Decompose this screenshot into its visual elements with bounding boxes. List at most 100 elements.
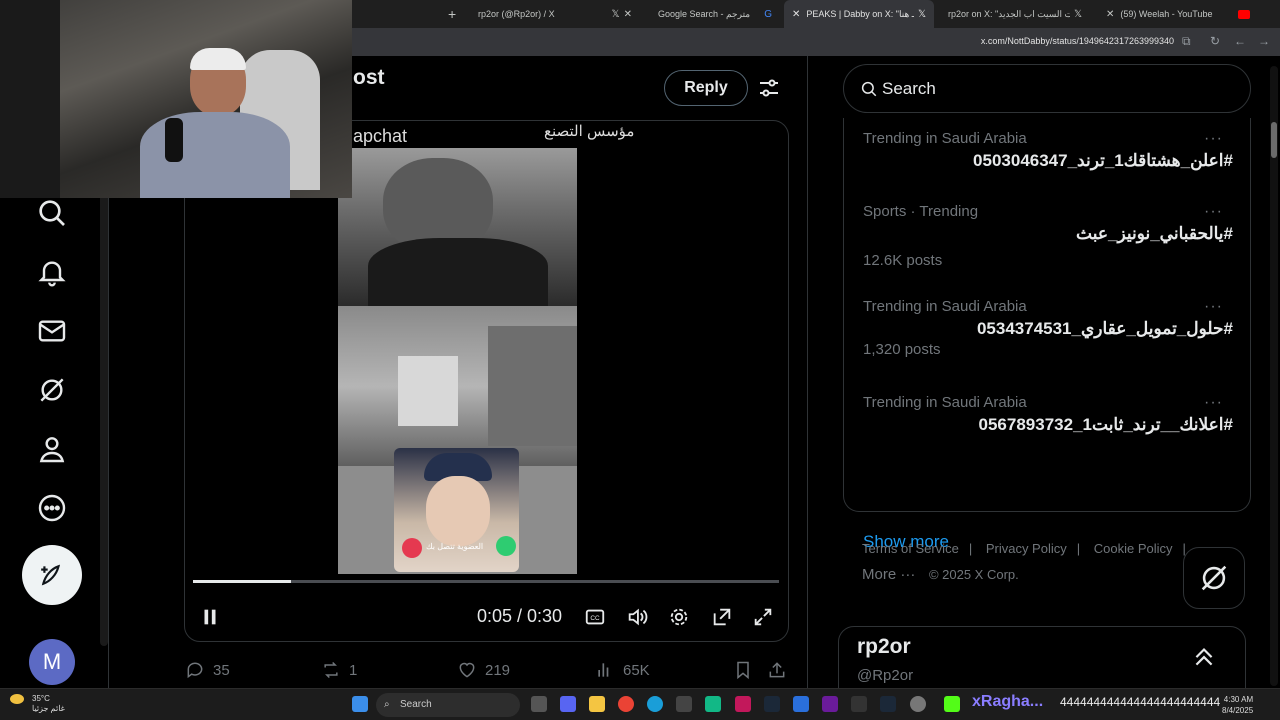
- trend-item[interactable]: Sports · Trending #يالحقباني_نونيز_عبث 1…: [863, 203, 1233, 269]
- trends-panel: Trending in Saudi Arabia #اعلن_هشتاقك1_ت…: [843, 118, 1251, 551]
- messages-icon[interactable]: [36, 315, 68, 347]
- x-logo-icon: 𝕏: [611, 8, 620, 20]
- search-icon: ⌕: [384, 699, 390, 710]
- reply-action[interactable]: 35: [185, 658, 230, 682]
- sliders-icon[interactable]: [757, 76, 781, 100]
- more-icon[interactable]: ···: [1204, 130, 1223, 148]
- tab-peaks-dabby[interactable]: ✕ PEAKS | Dabby on X: "ماشـ هنا 𝕏: [784, 0, 934, 28]
- video-time: 0:05 / 0:30: [477, 606, 563, 626]
- youtube-icon: [1238, 9, 1250, 19]
- system-clock[interactable]: 4:30 AM 8/4/2025: [1222, 694, 1253, 716]
- kick-icon[interactable]: [944, 696, 960, 712]
- page-scrollbar[interactable]: [1270, 66, 1278, 686]
- steam-icon[interactable]: [880, 696, 896, 712]
- more-options-icon[interactable]: [36, 492, 68, 524]
- app-icon[interactable]: [705, 696, 721, 712]
- webcam-overlay: [0, 0, 352, 198]
- chrome-icon[interactable]: [618, 696, 634, 712]
- profile-handle: @Rp2or: [857, 667, 914, 684]
- app-icon[interactable]: [735, 696, 751, 712]
- picture-in-picture-icon[interactable]: [711, 606, 733, 628]
- stream-title[interactable]: xRagha...: [972, 693, 1043, 711]
- task-view-icon[interactable]: [531, 696, 547, 712]
- trend-item[interactable]: Trending in Saudi Arabia #اعلانك__ترند_ث…: [863, 394, 1233, 435]
- app-icon[interactable]: [851, 696, 867, 712]
- windows-start-icon[interactable]: [352, 696, 368, 712]
- file-explorer-icon[interactable]: [589, 696, 605, 712]
- feather-plus-icon: [41, 564, 61, 586]
- video-frame-facecam: [338, 148, 577, 308]
- reply-button[interactable]: Reply: [664, 70, 748, 106]
- left-scrollbar[interactable]: [100, 176, 108, 646]
- like-action[interactable]: 219: [457, 658, 510, 682]
- profile-icon[interactable]: [36, 433, 68, 465]
- tab-youtube[interactable]: ✕ (59) Weelah - YouTube: [1098, 0, 1258, 28]
- windows-taskbar: 35°C غائم جزئيا ⌕ Search xRagha... 44444…: [0, 688, 1280, 720]
- settings-gear-icon[interactable]: [668, 606, 690, 628]
- video-caption: مؤسس التصنع: [544, 123, 635, 140]
- x-logo-icon: 𝕏: [1073, 8, 1082, 20]
- forward-icon[interactable]: →: [1258, 34, 1270, 48]
- privacy-link[interactable]: Privacy Policy: [986, 541, 1067, 556]
- taskbar-search[interactable]: ⌕ Search: [376, 693, 520, 717]
- pause-icon[interactable]: [199, 606, 221, 628]
- edge-icon[interactable]: [647, 696, 663, 712]
- captions-icon[interactable]: CC: [584, 606, 606, 628]
- more-icon[interactable]: ···: [1204, 203, 1223, 221]
- x-logo-icon: 𝕏: [917, 8, 926, 20]
- share-icon[interactable]: [767, 658, 795, 682]
- repost-action[interactable]: 1: [321, 658, 357, 682]
- chevron-up-icon[interactable]: [1191, 643, 1217, 669]
- footer-more-link[interactable]: More ···: [862, 566, 915, 583]
- svg-text:CC: CC: [590, 615, 600, 622]
- new-tab-button[interactable]: +: [440, 0, 460, 28]
- tab-google-search[interactable]: Google Search - مترجم G: [650, 0, 780, 28]
- heart-icon: [459, 662, 475, 678]
- decline-call-icon: [402, 538, 422, 558]
- volume-icon[interactable]: [626, 606, 648, 628]
- tab-rp2or-profile[interactable]: rp2or (@Rp2or) / X 𝕏 ✕: [470, 0, 640, 28]
- back-icon[interactable]: ←: [1234, 34, 1246, 48]
- translate-icon[interactable]: ⧉: [1182, 34, 1191, 49]
- app-icon[interactable]: [793, 696, 809, 712]
- grok-icon: [1201, 565, 1227, 591]
- grok-icon[interactable]: [36, 374, 68, 406]
- bookmark-icon[interactable]: [733, 658, 761, 682]
- close-tab-icon[interactable]: ✕: [624, 9, 632, 20]
- video-progress-fill: [193, 580, 291, 583]
- app-icon[interactable]: [822, 696, 838, 712]
- reply-icon: [187, 662, 203, 679]
- account-avatar[interactable]: M: [29, 639, 75, 685]
- fullscreen-icon[interactable]: [752, 606, 774, 628]
- steam-icon[interactable]: [764, 696, 780, 712]
- close-tab-icon[interactable]: ✕: [1106, 9, 1114, 20]
- close-tab-icon[interactable]: ✕: [792, 9, 800, 20]
- google-icon: G: [764, 8, 772, 20]
- partly-cloudy-icon: [10, 694, 24, 704]
- trend-item[interactable]: Trending in Saudi Arabia #اعلن_هشتاقك1_ت…: [863, 130, 1233, 171]
- settings-icon[interactable]: [910, 696, 926, 712]
- weather-widget[interactable]: 35°C غائم جزئيا: [10, 694, 65, 713]
- call-text: العضوية تتصل بك: [426, 542, 484, 551]
- compose-post-button[interactable]: [22, 545, 82, 605]
- notifications-icon[interactable]: [36, 256, 68, 288]
- repost-icon: [324, 661, 338, 679]
- trend-item[interactable]: Trending in Saudi Arabia #حلول_تمويل_عقا…: [863, 298, 1233, 358]
- search-input[interactable]: Search: [843, 64, 1251, 113]
- views-action[interactable]: 65K: [595, 658, 650, 682]
- tab-rp2or-post[interactable]: rp2or on X: "بت السيت اب الجديد 𝕏: [940, 0, 1090, 28]
- terms-link[interactable]: Terms of Service: [862, 541, 959, 556]
- grok-floating-button[interactable]: [1183, 547, 1245, 609]
- profile-name: rp2or: [857, 635, 911, 658]
- more-icon[interactable]: ···: [1204, 298, 1223, 316]
- analytics-icon: [598, 663, 609, 677]
- search-icon: [861, 81, 877, 97]
- url-field[interactable]: x.com/NottDabby/status/19496423172639993…: [981, 36, 1174, 46]
- cookie-link[interactable]: Cookie Policy: [1094, 541, 1173, 556]
- discord-icon[interactable]: [560, 696, 576, 712]
- reload-icon[interactable]: ↻: [1210, 34, 1220, 48]
- more-icon[interactable]: ···: [1204, 394, 1223, 412]
- snapchat-label: apchat: [353, 126, 408, 146]
- explore-icon[interactable]: [36, 197, 68, 229]
- store-icon[interactable]: [676, 696, 692, 712]
